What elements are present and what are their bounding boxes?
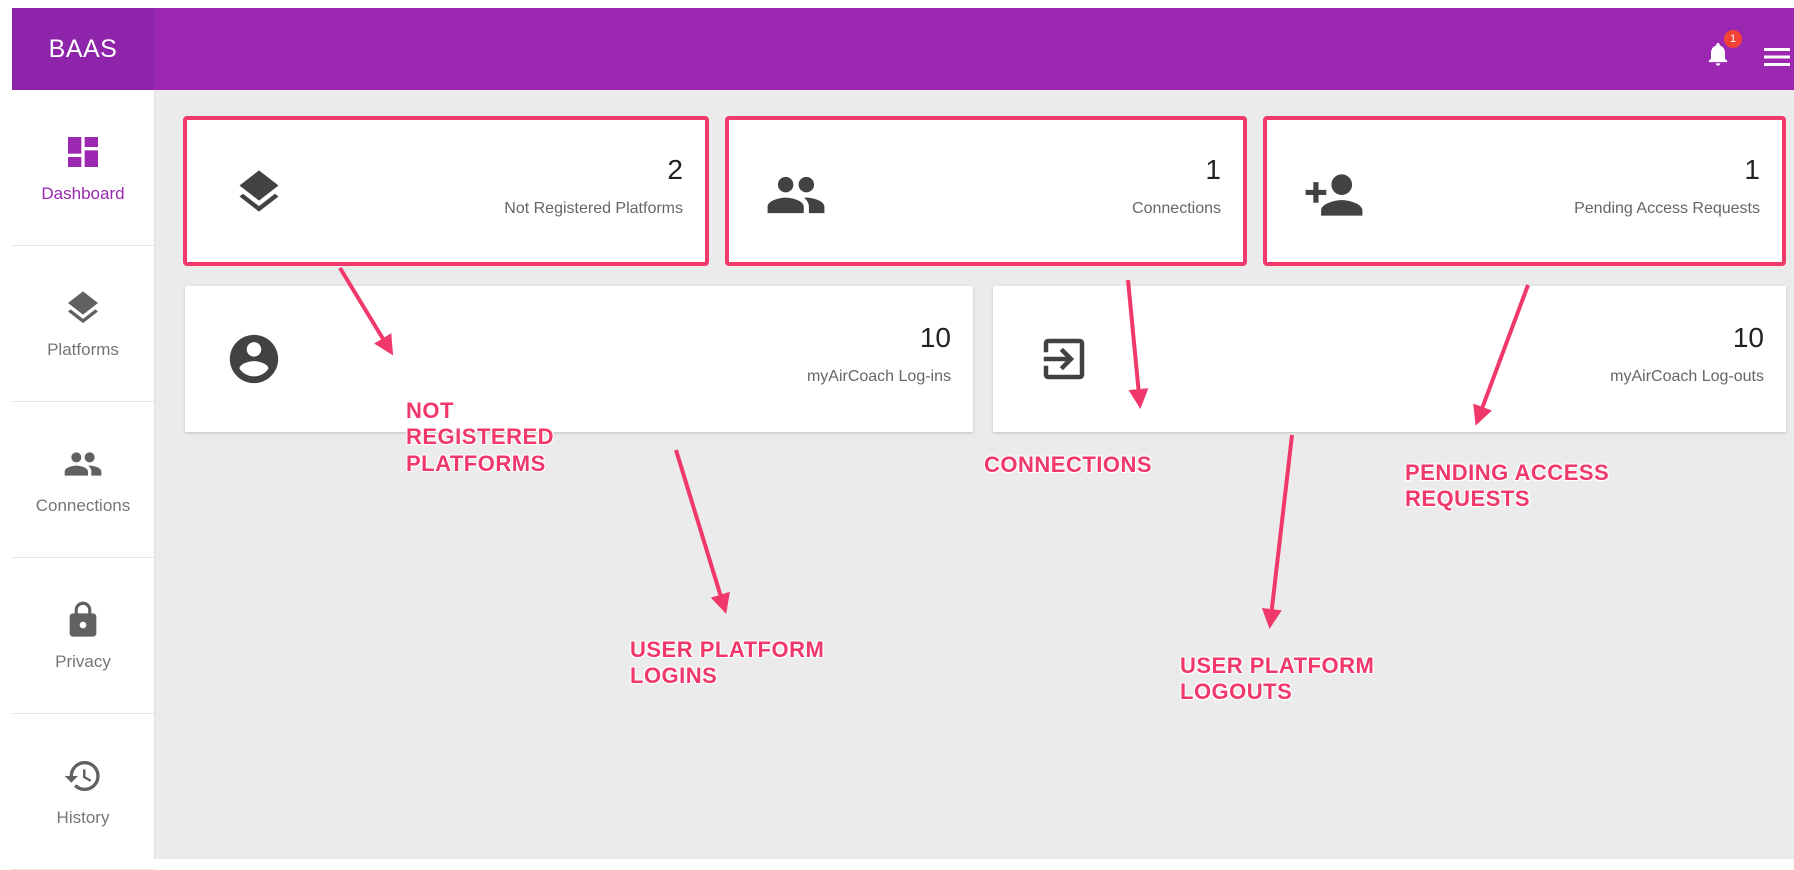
sidebar-item-label: Privacy <box>55 651 111 671</box>
sidebar-item-history[interactable]: History <box>12 714 154 870</box>
people-icon <box>64 451 102 476</box>
brand-title[interactable]: BAAS <box>12 8 154 90</box>
card-not-registered-platforms[interactable]: 2 Not Registered Platforms <box>183 116 709 266</box>
sidebar-item-label: Connections <box>35 495 131 515</box>
card-logout-count[interactable]: 10 myAirCoach Log-outs <box>993 286 1786 432</box>
card-value: 1 <box>1205 154 1221 185</box>
card-value: 10 <box>1732 322 1764 353</box>
sidebar-item-label: Platforms <box>47 339 119 359</box>
layers-icon <box>68 290 98 323</box>
top-app-bar: BAAS 1 <box>12 8 1794 90</box>
card-label: myAirCoach Log-ins <box>806 368 951 385</box>
people-icon <box>767 176 825 214</box>
lock-icon <box>69 601 97 637</box>
card-label: myAirCoach Log-outs <box>1610 368 1764 385</box>
app-frame: BAAS 1 Dashboard Platforms Connections P… <box>0 0 1794 870</box>
topbar-actions: 1 <box>1684 8 1794 90</box>
card-label: Not Registered Platforms <box>504 200 683 217</box>
card-connections[interactable]: 1 Connections <box>725 116 1247 266</box>
sidebar-item-privacy[interactable]: Privacy <box>12 558 154 714</box>
card-value: 2 <box>667 154 683 185</box>
menu-icon[interactable] <box>1764 46 1790 68</box>
sidebar-nav: Dashboard Platforms Connections Privacy … <box>12 90 155 870</box>
card-pending-access-requests[interactable]: 1 Pending Access Requests <box>1263 116 1786 266</box>
sidebar-item-dashboard[interactable]: Dashboard <box>12 90 154 246</box>
layers-icon <box>239 170 279 212</box>
sidebar-item-connections[interactable]: Connections <box>12 402 154 558</box>
dashboard-main: 2 Not Registered Platforms 1 Connections… <box>155 90 1794 859</box>
sidebar-item-label: History <box>56 807 110 827</box>
account-circle-icon <box>229 334 279 384</box>
card-label: Pending Access Requests <box>1574 200 1760 217</box>
dashboard-icon <box>68 136 98 167</box>
card-login-count[interactable]: 10 myAirCoach Log-ins <box>185 286 973 432</box>
notification-badge: 1 <box>1724 30 1742 48</box>
card-value: 1 <box>1744 154 1760 185</box>
person-add-icon <box>1305 174 1363 216</box>
card-label: Connections <box>1132 200 1221 217</box>
sidebar-item-platforms[interactable]: Platforms <box>12 246 154 402</box>
history-icon <box>64 760 100 791</box>
card-value: 10 <box>919 322 951 353</box>
sidebar-item-label: Dashboard <box>41 183 125 203</box>
login-arrow-icon <box>1043 338 1085 380</box>
